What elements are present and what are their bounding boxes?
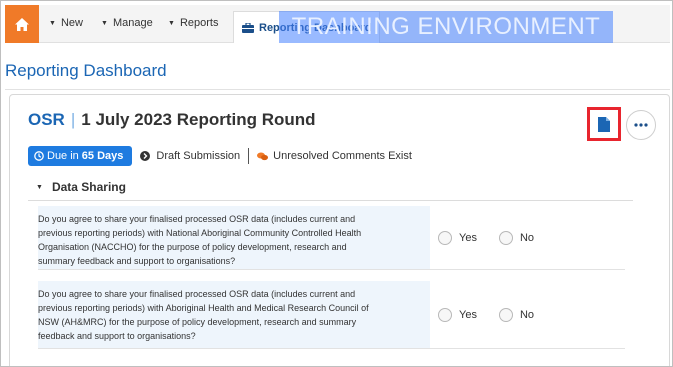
divider — [5, 89, 670, 90]
home-button[interactable] — [5, 5, 39, 43]
round-status-row: Due in 65 Days Draft Submission Unresolv… — [28, 146, 412, 166]
question-row-ahmrc: Do you agree to share your finalised pro… — [38, 281, 625, 349]
draft-label: Draft Submission — [156, 150, 241, 162]
caret-down-icon: ▼ — [101, 19, 108, 27]
title-separator: | — [70, 110, 76, 129]
home-icon — [15, 17, 29, 31]
section-title: Data Sharing — [51, 180, 126, 194]
arrow-circle-icon — [140, 151, 151, 161]
nav-reports-label: Reports — [179, 17, 219, 29]
question-options: Yes No — [438, 281, 556, 348]
yes-option[interactable]: Yes — [438, 307, 477, 322]
page-title: Reporting Dashboard — [5, 61, 167, 80]
question-text: Do you agree to share your finalised pro… — [38, 206, 430, 269]
nav-manage-label: Manage — [112, 17, 153, 29]
caret-down-icon: ▼ — [168, 19, 175, 27]
no-radio[interactable] — [498, 307, 513, 322]
more-options-button[interactable] — [626, 110, 656, 140]
question-text: Do you agree to share your finalised pro… — [38, 281, 430, 348]
comments-icon — [257, 152, 269, 160]
status-separator — [248, 148, 250, 164]
question-row-naccho: Do you agree to share your finalised pro… — [38, 206, 625, 270]
comments-label: Unresolved Comments Exist — [273, 150, 412, 162]
no-label: No — [519, 308, 535, 321]
question-line: previous reporting periods) with Nationa… — [38, 228, 362, 238]
question-line: feedback and support to organisations? — [38, 331, 196, 341]
divider — [28, 200, 633, 201]
yes-label: Yes — [459, 231, 477, 244]
due-badge: Due in 65 Days — [28, 146, 133, 166]
round-heading: OSR | 1 July 2023 Reporting Round — [28, 110, 316, 130]
question-line: NSW (AH&MRC) for the purpose of policy d… — [38, 317, 357, 327]
clock-icon — [34, 151, 44, 161]
question-line: previous reporting periods) with Aborigi… — [38, 303, 369, 313]
top-navigation: ▼ New ▼ Manage ▼ Reports Reporting Dashb… — [5, 5, 670, 43]
nav-reports-menu[interactable]: ▼ Reports — [168, 17, 218, 29]
document-icon — [598, 116, 610, 132]
briefcase-icon — [242, 22, 254, 33]
question-line: summary feedback and support to organisa… — [38, 256, 236, 266]
round-title: 1 July 2023 Reporting Round — [81, 110, 316, 129]
due-prefix: Due in — [47, 150, 79, 162]
question-options: Yes No — [438, 206, 556, 269]
yes-label: Yes — [459, 308, 477, 321]
no-option[interactable]: No — [498, 230, 535, 245]
data-sharing-section-toggle[interactable]: ▼ Data Sharing — [36, 180, 126, 194]
yes-radio[interactable] — [438, 230, 452, 245]
nav-new-label: New — [60, 17, 83, 29]
question-line: Do you agree to share your finalised pro… — [38, 289, 356, 299]
no-radio[interactable] — [498, 230, 513, 245]
round-code: OSR — [28, 110, 65, 129]
due-value: 65 Days — [81, 150, 124, 162]
caret-down-icon: ▼ — [49, 19, 56, 27]
comments-status: Unresolved Comments Exist — [257, 150, 412, 162]
nav-manage-menu[interactable]: ▼ Manage — [101, 17, 153, 29]
document-button-highlight — [587, 107, 621, 141]
draft-status: Draft Submission — [140, 150, 240, 162]
caret-down-icon: ▼ — [36, 183, 43, 191]
yes-radio[interactable] — [438, 307, 452, 322]
nav-new-menu[interactable]: ▼ New — [49, 17, 83, 29]
training-environment-banner: TRAINING ENVIRONMENT — [279, 11, 613, 43]
app-window: ▼ New ▼ Manage ▼ Reports Reporting Dashb… — [0, 0, 673, 367]
no-option[interactable]: No — [498, 307, 535, 322]
question-line: Organisation (NACCHO) for the purpose of… — [38, 242, 347, 252]
ellipsis-icon — [634, 123, 648, 127]
reporting-round-panel: OSR | 1 July 2023 Reporting Round Due in… — [9, 94, 670, 366]
question-line: Do you agree to share your finalised pro… — [38, 214, 356, 224]
yes-option[interactable]: Yes — [438, 230, 477, 245]
no-label: No — [519, 231, 535, 244]
document-button[interactable] — [598, 116, 610, 132]
